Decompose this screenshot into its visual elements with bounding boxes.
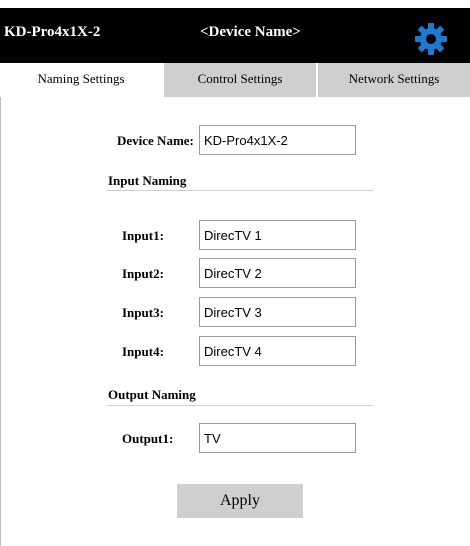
top-strip [0,0,470,8]
input3-field[interactable] [199,297,356,327]
gear-icon[interactable] [414,22,448,56]
tab-network-settings[interactable]: Network Settings [316,63,470,97]
input2-field[interactable] [199,258,356,288]
input-naming-divider [107,190,373,191]
output-naming-divider [107,405,373,406]
input1-field[interactable] [199,220,356,250]
input4-label: Input4: [122,344,164,359]
header-bar: KD-Pro4x1X-2 <Device Name> [0,8,470,63]
input2-label: Input2: [122,266,164,281]
output1-label: Output1: [122,431,174,446]
tab-naming-settings[interactable]: Naming Settings [0,63,162,97]
tab-control-settings[interactable]: Control Settings [162,63,316,97]
output1-field[interactable] [199,423,356,453]
device-name-title: <Device Name> [200,24,301,40]
device-name-field[interactable] [199,125,356,155]
output-naming-heading: Output Naming [108,387,196,402]
tab-bar: Naming Settings Control Settings Network… [0,63,470,97]
input1-label: Input1: [122,228,164,243]
input3-label: Input3: [122,305,164,320]
naming-settings-panel: Device Name: Input Naming Input1: Input2… [0,97,470,546]
model-title: KD-Pro4x1X-2 [4,24,101,40]
input-naming-heading: Input Naming [108,173,187,188]
apply-button[interactable]: Apply [177,484,303,518]
device-name-label: Device Name: [117,133,194,148]
input4-field[interactable] [199,336,356,366]
